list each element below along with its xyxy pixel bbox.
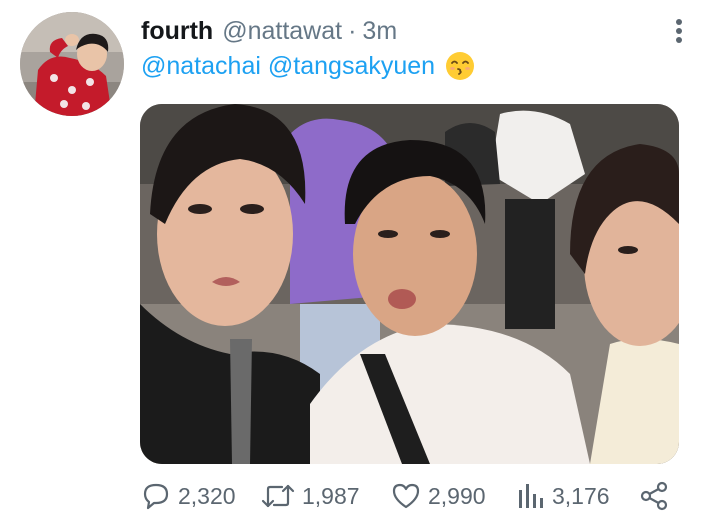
kissing-face-emoji-icon [445,51,475,81]
retweet-count: 1,987 [302,482,360,509]
views-chart-icon [519,484,543,508]
views-button[interactable]: 3,176 [516,476,610,516]
tweet-header: fourth @nattawat · 3m [141,14,397,48]
retweet-icon [261,484,295,508]
views-count: 3,176 [552,482,610,509]
tweet-text: @natachai @tangsakyuen [141,48,475,84]
user-handle[interactable]: @nattawat [222,14,342,48]
tweet-media-photo[interactable] [140,104,679,464]
mention-link[interactable]: @natachai [141,48,261,84]
avatar-photo [20,12,124,116]
tweet-card: fourth @nattawat · 3m @natachai @tangsak… [0,0,720,520]
like-button[interactable]: 2,990 [390,476,486,516]
heart-icon [392,483,420,509]
retweet-button[interactable]: 1,987 [260,476,360,516]
reply-count: 2,320 [178,482,236,509]
avatar[interactable] [20,12,124,116]
mention-link[interactable]: @tangsakyuen [268,48,435,84]
photo-image [140,104,679,464]
more-options-button[interactable] [664,14,694,48]
reply-icon [143,483,169,510]
separator-dot: · [348,17,357,45]
tweet-actions-bar: 2,320 1,987 2,990 3,176 [140,476,680,516]
like-count: 2,990 [428,482,486,509]
share-button[interactable] [638,476,670,516]
display-name[interactable]: fourth [141,14,213,48]
timestamp[interactable]: 3m [362,14,397,48]
vertical-dots-icon [676,19,682,43]
share-icon [640,481,668,511]
reply-button[interactable]: 2,320 [140,476,236,516]
